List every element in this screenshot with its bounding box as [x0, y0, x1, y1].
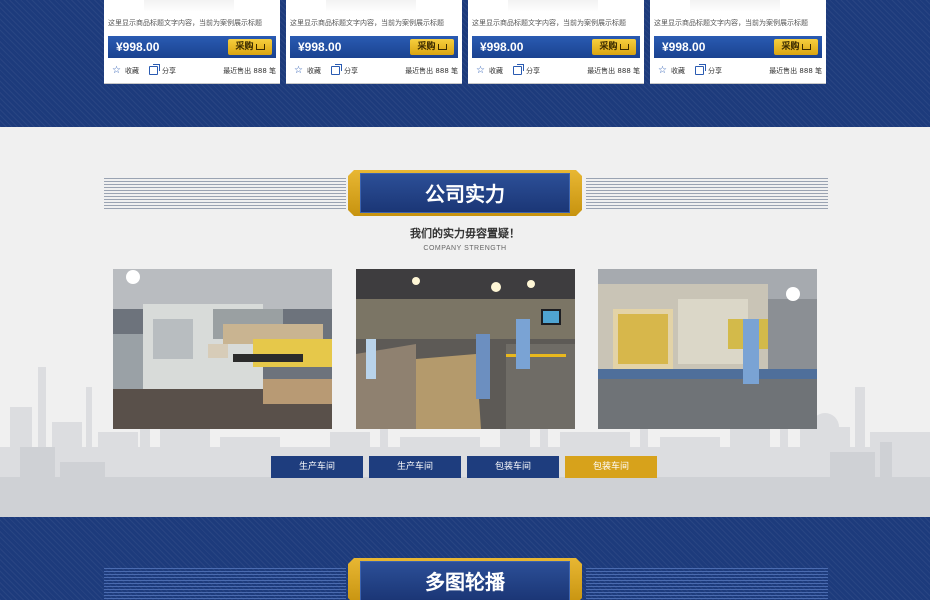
product-card[interactable]: 这里显示商品标题文字内容，当前为案例展示标题 ¥998.00 采购 ☆ 收藏 分… — [104, 0, 280, 84]
product-price: ¥998.00 — [298, 40, 342, 54]
buy-label: 采购 — [235, 42, 254, 52]
favorite-link[interactable]: 收藏 — [307, 66, 321, 76]
product-image[interactable] — [508, 0, 598, 12]
tab-production-1[interactable]: 生产车间 — [271, 456, 363, 478]
share-link[interactable]: 分享 — [526, 66, 540, 76]
product-title[interactable]: 这里显示商品标题文字内容，当前为案例展示标题 — [290, 18, 458, 28]
section-title: 公司实力 — [425, 182, 505, 206]
factory-machine-image — [113, 269, 332, 429]
title-inner-panel: 公司实力 — [360, 173, 570, 213]
cart-icon — [255, 43, 265, 50]
buy-button[interactable]: 采购 — [774, 39, 818, 55]
sold-count: 最近售出 888 笔 — [587, 67, 640, 75]
product-title[interactable]: 这里显示商品标题文字内容，当前为案例展示标题 — [654, 18, 822, 28]
carousel-section: 多图轮播 — [0, 517, 930, 600]
sold-count: 最近售出 888 笔 — [405, 67, 458, 75]
company-strength-section: 公司实力 我们的实力毋容置疑！ COMPANY STRENGTH 生产车间 生产… — [0, 127, 930, 517]
section-title-frame: 多图轮播 — [348, 558, 582, 600]
title-inner-panel: 多图轮播 — [360, 561, 570, 600]
buy-label: 采购 — [417, 42, 436, 52]
star-icon[interactable]: ☆ — [476, 66, 486, 76]
tab-packaging-2[interactable]: 包装车间 — [565, 456, 657, 478]
share-link[interactable]: 分享 — [162, 66, 176, 76]
factory-photo[interactable] — [113, 269, 332, 429]
buy-button[interactable]: 采购 — [228, 39, 272, 55]
star-icon[interactable]: ☆ — [658, 66, 668, 76]
buy-button[interactable]: 采购 — [410, 39, 454, 55]
share-icon[interactable] — [695, 64, 706, 75]
product-title[interactable]: 这里显示商品标题文字内容，当前为案例展示标题 — [108, 18, 276, 28]
share-icon[interactable] — [149, 64, 160, 75]
factory-photo[interactable] — [356, 269, 575, 429]
product-title[interactable]: 这里显示商品标题文字内容，当前为案例展示标题 — [472, 18, 640, 28]
buy-button[interactable]: 采购 — [592, 39, 636, 55]
product-meta: ☆ 收藏 分享 最近售出 888 笔 — [112, 64, 276, 77]
cart-icon — [437, 43, 447, 50]
price-bar: ¥998.00 采购 — [108, 36, 276, 58]
price-bar: ¥998.00 采购 — [290, 36, 458, 58]
product-card[interactable]: 这里显示商品标题文字内容，当前为案例展示标题 ¥998.00 采购 ☆ 收藏 分… — [650, 0, 826, 84]
production-line-image — [356, 269, 575, 429]
price-bar: ¥998.00 采购 — [472, 36, 640, 58]
product-price: ¥998.00 — [662, 40, 706, 54]
star-icon[interactable]: ☆ — [294, 66, 304, 76]
product-image[interactable] — [144, 0, 234, 12]
title-stripes-right — [586, 568, 828, 600]
product-image[interactable] — [326, 0, 416, 12]
price-bar: ¥998.00 采购 — [654, 36, 822, 58]
product-meta: ☆ 收藏 分享 最近售出 888 笔 — [658, 64, 822, 77]
title-stripes-right — [586, 178, 828, 211]
title-stripes-left — [104, 568, 346, 600]
product-card[interactable]: 这里显示商品标题文字内容，当前为案例展示标题 ¥998.00 采购 ☆ 收藏 分… — [468, 0, 644, 84]
buy-label: 采购 — [781, 42, 800, 52]
tab-packaging-1[interactable]: 包装车间 — [467, 456, 559, 478]
section-title: 多图轮播 — [425, 570, 505, 594]
section-subtitle-english: COMPANY STRENGTH — [423, 245, 507, 252]
product-card[interactable]: 这里显示商品标题文字内容，当前为案例展示标题 ¥998.00 采购 ☆ 收藏 分… — [286, 0, 462, 84]
product-price: ¥998.00 — [116, 40, 160, 54]
product-meta: ☆ 收藏 分享 最近售出 888 笔 — [476, 64, 640, 77]
favorite-link[interactable]: 收藏 — [671, 66, 685, 76]
title-stripes-left — [104, 178, 346, 211]
share-icon[interactable] — [331, 64, 342, 75]
favorite-link[interactable]: 收藏 — [489, 66, 503, 76]
favorite-link[interactable]: 收藏 — [125, 66, 139, 76]
cart-icon — [801, 43, 811, 50]
buy-label: 采购 — [599, 42, 618, 52]
product-price: ¥998.00 — [480, 40, 524, 54]
product-meta: ☆ 收藏 分享 最近售出 888 笔 — [294, 64, 458, 77]
tab-production-2[interactable]: 生产车间 — [369, 456, 461, 478]
product-band: 这里显示商品标题文字内容，当前为案例展示标题 ¥998.00 采购 ☆ 收藏 分… — [0, 0, 930, 127]
sold-count: 最近售出 888 笔 — [769, 67, 822, 75]
section-title-frame: 公司实力 — [348, 170, 582, 216]
star-icon[interactable]: ☆ — [112, 66, 122, 76]
factory-photo[interactable] — [598, 269, 817, 429]
sold-count: 最近售出 888 笔 — [223, 67, 276, 75]
product-image[interactable] — [690, 0, 780, 12]
cart-icon — [619, 43, 629, 50]
share-link[interactable]: 分享 — [344, 66, 358, 76]
share-icon[interactable] — [513, 64, 524, 75]
section-subtitle: 我们的实力毋容置疑！ — [410, 227, 520, 240]
share-link[interactable]: 分享 — [708, 66, 722, 76]
packaging-machine-image — [598, 269, 817, 429]
